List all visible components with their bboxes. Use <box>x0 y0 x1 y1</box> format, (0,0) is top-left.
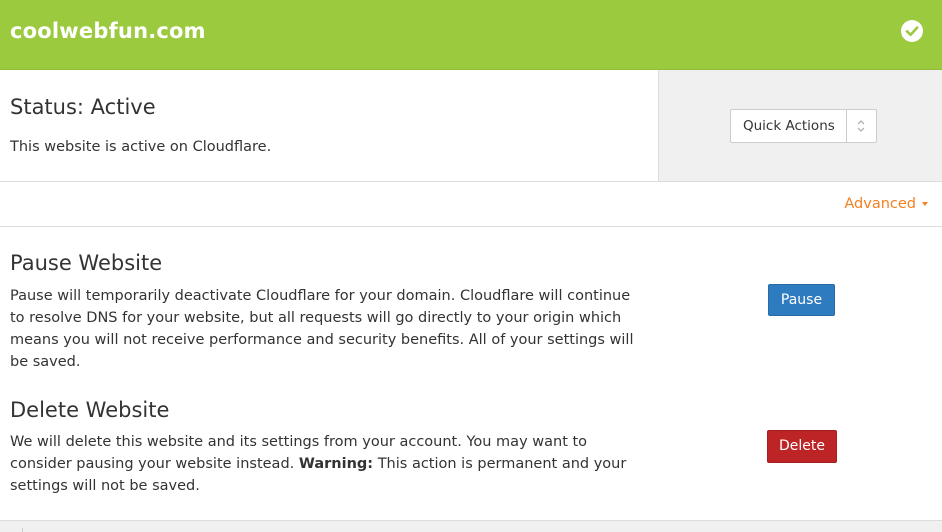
select-arrows-icon <box>846 110 876 142</box>
delete-website-description: We will delete this website and its sett… <box>10 431 640 497</box>
delete-website-title: Delete Website <box>10 398 170 422</box>
footer-divider <box>22 528 23 532</box>
caret-down-icon <box>922 202 928 206</box>
status-panel: Status: Active This website is active on… <box>0 70 942 182</box>
site-header: coolwebfun.com <box>0 0 942 70</box>
pause-website-title: Pause Website <box>10 251 163 275</box>
check-circle-icon <box>901 20 923 42</box>
advanced-toggle[interactable]: Advanced <box>844 196 928 212</box>
advanced-bar: Advanced <box>0 182 942 227</box>
footer-strip <box>0 520 942 532</box>
pause-button[interactable]: Pause <box>768 284 835 316</box>
advanced-label: Advanced <box>844 196 916 212</box>
pause-website-description: Pause will temporarily deactivate Cloudf… <box>10 288 634 370</box>
status-title: Status: Active <box>10 95 156 119</box>
quick-actions-panel: Quick Actions <box>658 70 942 181</box>
status-description: This website is active on Cloudflare. <box>10 139 272 155</box>
quick-actions-select[interactable]: Quick Actions <box>730 109 877 143</box>
warning-label: Warning: <box>298 456 374 472</box>
delete-button[interactable]: Delete <box>767 430 837 463</box>
quick-actions-label: Quick Actions <box>743 118 835 134</box>
status-info: Status: Active This website is active on… <box>0 70 658 181</box>
domain-title: coolwebfun.com <box>10 19 206 43</box>
